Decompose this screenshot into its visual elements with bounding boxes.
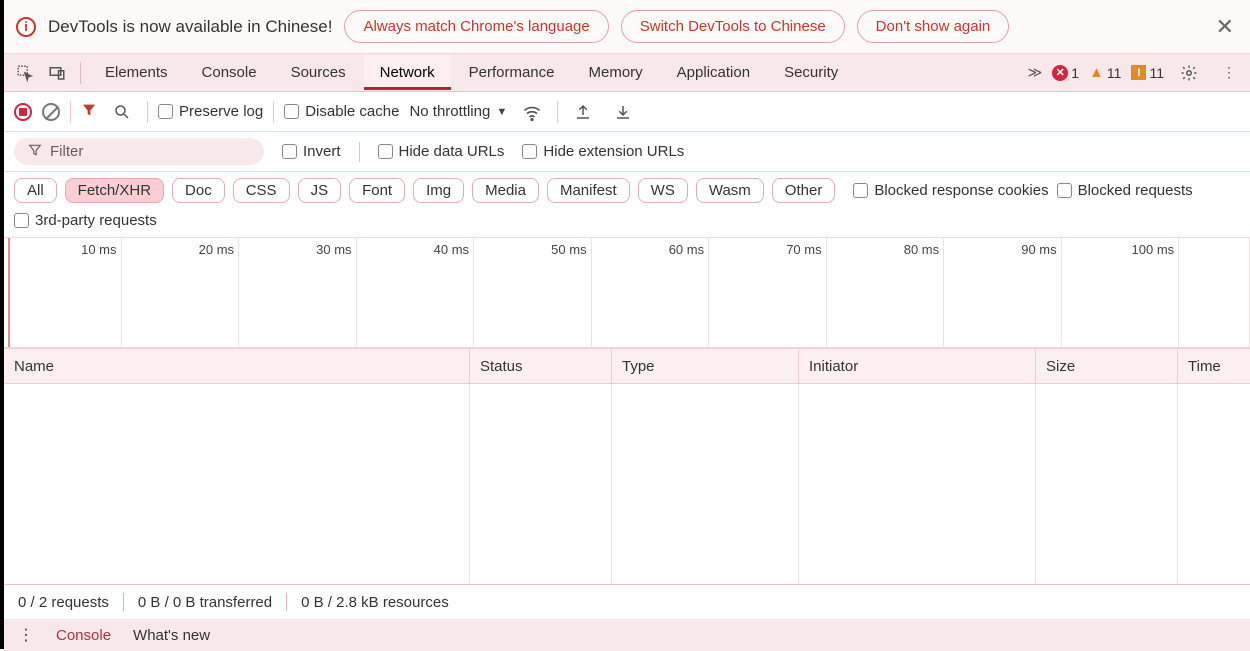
drawer-tab-console[interactable]: Console bbox=[56, 627, 111, 644]
chip-wasm[interactable]: Wasm bbox=[696, 178, 764, 203]
invert-checkbox[interactable]: Invert bbox=[282, 143, 341, 160]
tab-console[interactable]: Console bbox=[186, 55, 273, 90]
network-conditions-icon[interactable] bbox=[517, 102, 547, 122]
hide-data-urls-checkbox[interactable]: Hide data URLs bbox=[378, 143, 505, 160]
tick-label: 70 ms bbox=[786, 242, 821, 257]
type-chipbar-2: 3rd-party requests bbox=[4, 210, 1250, 238]
tick-label: 80 ms bbox=[904, 242, 939, 257]
tab-application[interactable]: Application bbox=[661, 55, 766, 90]
preserve-log-checkbox[interactable]: Preserve log bbox=[158, 103, 263, 120]
blocked-requests-checkbox[interactable]: Blocked requests bbox=[1057, 182, 1193, 199]
drawer-menu-icon[interactable]: ⋮ bbox=[18, 625, 34, 645]
chip-fetch-xhr[interactable]: Fetch/XHR bbox=[65, 178, 164, 203]
more-menu-icon[interactable]: ⋮ bbox=[1214, 64, 1244, 81]
import-har-icon[interactable] bbox=[568, 103, 598, 121]
col-name[interactable]: Name bbox=[4, 349, 470, 383]
tab-elements[interactable]: Elements bbox=[89, 55, 184, 90]
drawer-tabbar: ⋮ Console What's new bbox=[4, 619, 1250, 651]
tab-network[interactable]: Network bbox=[364, 55, 451, 90]
export-har-icon[interactable] bbox=[608, 103, 638, 121]
status-transferred: 0 B / 0 B transferred bbox=[138, 594, 272, 611]
hide-extension-urls-checkbox[interactable]: Hide extension URLs bbox=[522, 143, 684, 160]
banner-message: DevTools is now available in Chinese! bbox=[48, 17, 332, 37]
tick-label: 10 ms bbox=[81, 242, 116, 257]
status-bar: 0 / 2 requests 0 B / 0 B transferred 0 B… bbox=[4, 584, 1250, 619]
tab-performance[interactable]: Performance bbox=[453, 55, 571, 90]
col-time[interactable]: Time bbox=[1178, 349, 1250, 383]
switch-language-button[interactable]: Switch DevTools to Chinese bbox=[621, 10, 845, 43]
funnel-icon bbox=[28, 143, 42, 160]
issues-badge[interactable]: !11 bbox=[1131, 65, 1164, 81]
search-icon[interactable] bbox=[107, 103, 137, 121]
chip-ws[interactable]: WS bbox=[638, 178, 688, 203]
disable-cache-checkbox[interactable]: Disable cache bbox=[284, 103, 399, 120]
close-banner-icon[interactable]: ✕ bbox=[1212, 14, 1238, 40]
type-chipbar: All Fetch/XHR Doc CSS JS Font Img Media … bbox=[4, 172, 1250, 210]
more-tabs-icon[interactable]: ≫ bbox=[1028, 64, 1043, 81]
chip-css[interactable]: CSS bbox=[233, 178, 290, 203]
filter-placeholder: Filter bbox=[50, 143, 83, 160]
tab-sources[interactable]: Sources bbox=[275, 55, 362, 90]
tick-label: 50 ms bbox=[551, 242, 586, 257]
third-party-checkbox[interactable]: 3rd-party requests bbox=[14, 212, 157, 229]
drawer-tab-whatsnew[interactable]: What's new bbox=[133, 627, 210, 644]
separator bbox=[273, 101, 274, 123]
filter-bar: Filter Invert Hide data URLs Hide extens… bbox=[4, 132, 1250, 172]
dont-show-again-button[interactable]: Don't show again bbox=[857, 10, 1010, 43]
separator bbox=[286, 593, 287, 611]
main-tabbar: Elements Console Sources Network Perform… bbox=[4, 54, 1250, 92]
separator bbox=[359, 142, 360, 162]
separator bbox=[70, 101, 71, 123]
tab-security[interactable]: Security bbox=[768, 55, 854, 90]
tick-label: 100 ms bbox=[1132, 242, 1175, 257]
requests-table-header: Name Status Type Initiator Size Time bbox=[4, 348, 1250, 384]
inspect-element-icon[interactable] bbox=[10, 64, 40, 82]
device-toggle-icon[interactable] bbox=[42, 64, 72, 82]
col-size[interactable]: Size bbox=[1036, 349, 1178, 383]
filter-toggle-icon[interactable] bbox=[81, 102, 97, 121]
timeline-overview[interactable]: 10 ms 20 ms 30 ms 40 ms 50 ms 60 ms 70 m… bbox=[4, 238, 1250, 348]
separator bbox=[123, 593, 124, 611]
warnings-badge[interactable]: ▲11 bbox=[1089, 64, 1121, 81]
chip-img[interactable]: Img bbox=[413, 178, 464, 203]
col-type[interactable]: Type bbox=[612, 349, 799, 383]
chip-all[interactable]: All bbox=[14, 178, 57, 203]
chip-font[interactable]: Font bbox=[349, 178, 405, 203]
chip-other[interactable]: Other bbox=[772, 178, 836, 203]
separator bbox=[147, 101, 148, 123]
separator bbox=[557, 101, 558, 123]
always-match-button[interactable]: Always match Chrome's language bbox=[344, 10, 608, 43]
blocked-cookies-checkbox[interactable]: Blocked response cookies bbox=[853, 182, 1048, 199]
record-button[interactable] bbox=[14, 103, 32, 121]
col-initiator[interactable]: Initiator bbox=[799, 349, 1036, 383]
settings-gear-icon[interactable] bbox=[1174, 64, 1204, 82]
chip-doc[interactable]: Doc bbox=[172, 178, 225, 203]
clear-button[interactable] bbox=[42, 103, 60, 121]
tick-label: 40 ms bbox=[434, 242, 469, 257]
tick-label: 30 ms bbox=[316, 242, 351, 257]
chip-media[interactable]: Media bbox=[472, 178, 539, 203]
tick-label: 20 ms bbox=[199, 242, 234, 257]
info-icon: i bbox=[16, 17, 36, 37]
errors-badge[interactable]: ✕1 bbox=[1052, 65, 1079, 81]
col-status[interactable]: Status bbox=[470, 349, 612, 383]
status-requests: 0 / 2 requests bbox=[18, 594, 109, 611]
filter-input[interactable]: Filter bbox=[14, 138, 264, 165]
chip-js[interactable]: JS bbox=[298, 178, 342, 203]
throttling-select[interactable]: No throttling▼ bbox=[409, 103, 507, 120]
tab-memory[interactable]: Memory bbox=[573, 55, 659, 90]
language-banner: i DevTools is now available in Chinese! … bbox=[4, 0, 1250, 54]
chip-manifest[interactable]: Manifest bbox=[547, 178, 630, 203]
status-resources: 0 B / 2.8 kB resources bbox=[301, 594, 449, 611]
tick-label: 90 ms bbox=[1021, 242, 1056, 257]
tick-label: 60 ms bbox=[669, 242, 704, 257]
requests-table-body bbox=[4, 384, 1250, 584]
separator bbox=[80, 62, 81, 84]
network-toolbar: Preserve log Disable cache No throttling… bbox=[4, 92, 1250, 132]
